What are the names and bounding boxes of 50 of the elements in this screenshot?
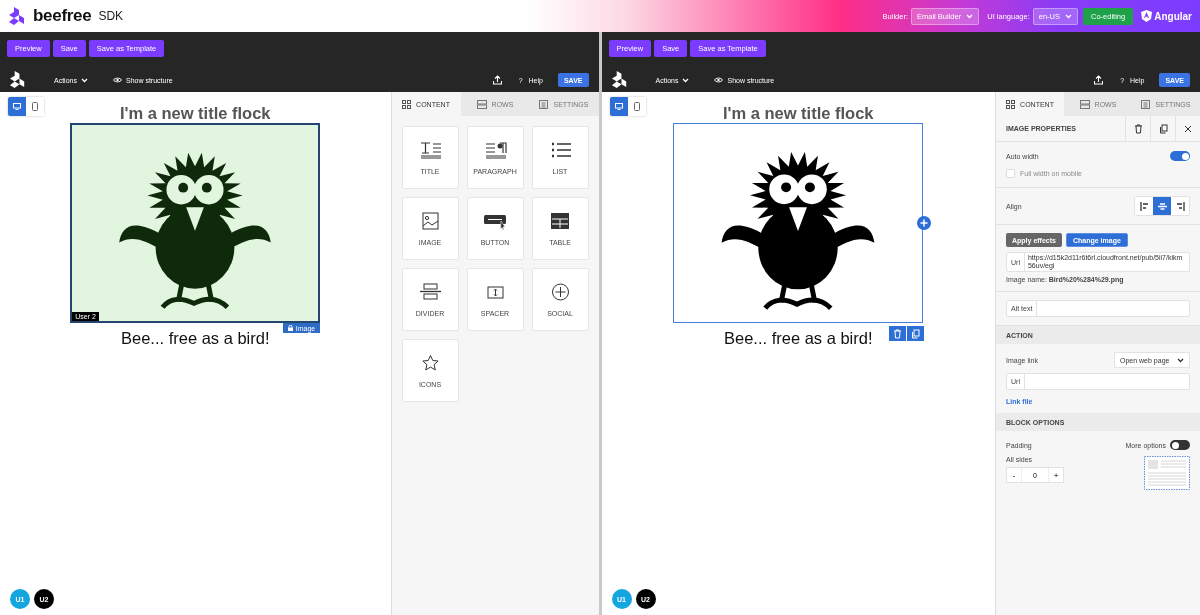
lock-icon (287, 325, 293, 331)
trash-icon (1133, 123, 1143, 134)
caret-icon (682, 77, 690, 83)
block-preview-icon (1144, 456, 1190, 490)
divider-block-icon (418, 282, 442, 301)
rows-icon (476, 99, 487, 109)
desktop-icon (614, 103, 623, 110)
logo-suffix: SDK (98, 9, 124, 23)
mobile-icon (32, 102, 38, 111)
email-title: I'm a new title flock (119, 104, 271, 123)
caret-icon (966, 13, 974, 19)
caret-icon (80, 77, 88, 83)
eye-icon (714, 77, 724, 83)
toggle-switch[interactable] (1170, 440, 1190, 450)
email-caption: Bee... free as a bird! (723, 328, 873, 348)
desktop-view-button[interactable] (609, 97, 628, 116)
desktop-icon (13, 103, 21, 110)
settings-icon (539, 99, 549, 109)
caret-icon (1065, 13, 1073, 19)
rows-icon (1079, 99, 1090, 109)
trash-icon (893, 328, 903, 339)
framework-name: Angular (1154, 10, 1192, 22)
paragraph-block-icon (483, 140, 507, 159)
upload-icon[interactable] (1094, 75, 1104, 85)
table-block-icon (548, 211, 572, 230)
title-block-icon (418, 140, 442, 159)
framework-logo-icon (1141, 10, 1153, 22)
eye-icon (112, 77, 122, 83)
duplicate-button[interactable] (907, 326, 925, 341)
settings-icon (1141, 99, 1151, 109)
duplicate-icon (911, 328, 921, 339)
mobile-icon (633, 102, 640, 111)
align-center-button[interactable] (1153, 197, 1171, 215)
email-caption: Bee... free as a bird! (120, 328, 270, 348)
align-center-icon (1156, 200, 1168, 212)
delete-button[interactable] (889, 326, 907, 341)
desktop-view-button[interactable] (8, 97, 26, 116)
caret-icon (1177, 357, 1184, 363)
align-right-icon (1174, 200, 1186, 212)
toggle-switch[interactable] (1170, 151, 1190, 161)
add-icon[interactable] (917, 216, 932, 230)
mobile-view-button[interactable] (26, 97, 44, 116)
align-left-icon (1138, 200, 1150, 212)
logo-wordmark: beefree (33, 6, 92, 26)
duplicate-icon (1158, 123, 1168, 134)
email-title: I'm a new title flock (722, 104, 874, 123)
grid-icon (402, 99, 412, 109)
close-icon (1184, 124, 1192, 133)
upload-icon[interactable] (492, 75, 502, 85)
grid-icon (1006, 99, 1016, 109)
